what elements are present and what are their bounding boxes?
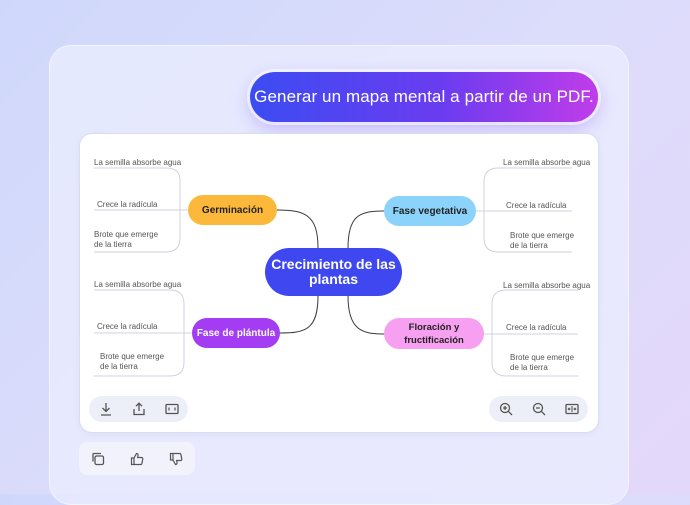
- leaf-node[interactable]: Brote que emerge de la tierra: [510, 353, 580, 373]
- branch-floracion[interactable]: Floración y fructificación: [384, 318, 484, 349]
- leaf-node[interactable]: La semilla absorbe agua: [503, 281, 590, 291]
- leaf-node[interactable]: La semilla absorbe agua: [94, 158, 181, 168]
- center-node-label: Crecimiento de las plantas: [271, 256, 396, 287]
- leaf-node[interactable]: Brote que emerge de la tierra: [94, 230, 164, 250]
- leaf-node[interactable]: Crece la radícula: [506, 323, 566, 333]
- download-icon[interactable]: [97, 400, 115, 418]
- branch-germinacion[interactable]: Germinación: [188, 195, 277, 225]
- copy-icon[interactable]: [89, 450, 107, 468]
- branch-label: Fase vegetativa: [392, 205, 468, 217]
- branch-fase-plantula[interactable]: Fase de plántula: [192, 318, 280, 348]
- fit-screen-icon[interactable]: [163, 400, 181, 418]
- leaf-node[interactable]: La semilla absorbe agua: [503, 158, 590, 168]
- export-toolbar: [89, 396, 188, 422]
- thumbs-up-icon[interactable]: [128, 450, 146, 468]
- leaf-node[interactable]: Crece la radícula: [506, 201, 566, 211]
- branch-label: Floración y fructificación: [404, 321, 464, 346]
- leaf-node[interactable]: Crece la radícula: [97, 322, 157, 332]
- leaf-node[interactable]: Brote que emerge de la tierra: [510, 231, 580, 251]
- share-icon[interactable]: [130, 400, 148, 418]
- leaf-node[interactable]: Brote que emerge de la tierra: [100, 352, 170, 372]
- branch-fase-vegetativa[interactable]: Fase vegetativa: [384, 196, 476, 226]
- thumbs-down-icon[interactable]: [167, 450, 185, 468]
- mindmap-center-node[interactable]: Crecimiento de las plantas: [265, 248, 402, 296]
- zoom-out-icon[interactable]: [530, 400, 548, 418]
- branch-label: Germinación: [201, 204, 264, 216]
- fit-width-icon[interactable]: [563, 400, 581, 418]
- zoom-in-icon[interactable]: [497, 400, 515, 418]
- leaf-node[interactable]: Crece la radícula: [97, 200, 157, 210]
- branch-label: Fase de plántula: [196, 327, 276, 339]
- prompt-text: Generar un mapa mental a partir de un PD…: [254, 87, 594, 106]
- zoom-toolbar: [489, 396, 588, 422]
- prompt-bubble: Generar un mapa mental a partir de un PD…: [250, 72, 598, 122]
- feedback-toolbar: [79, 442, 195, 475]
- leaf-node[interactable]: La semilla absorbe agua: [94, 280, 181, 290]
